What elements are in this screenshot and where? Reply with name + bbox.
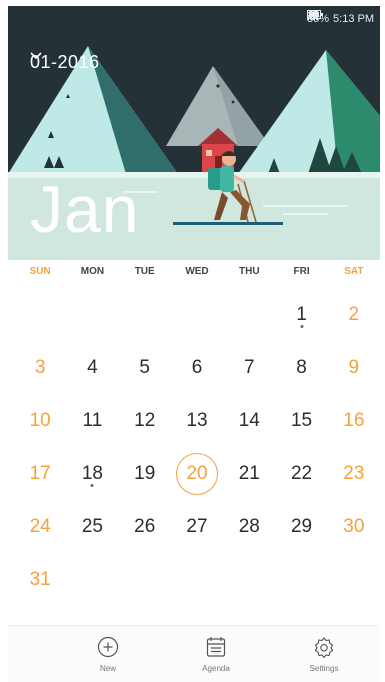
day-number: 31: [29, 568, 51, 590]
calendar-day-26[interactable]: 26: [119, 500, 171, 553]
calendar-day-1[interactable]: 1: [275, 288, 327, 341]
agenda-button[interactable]: Agenda: [186, 626, 246, 682]
bottom-action-bar: New Agenda Settings: [8, 625, 380, 682]
calendar-day-2[interactable]: 2: [328, 288, 380, 341]
calendar-day-22[interactable]: 22: [275, 447, 327, 500]
day-number: 5: [139, 356, 150, 378]
day-number: 29: [290, 515, 313, 537]
event-dot: [300, 325, 304, 328]
empty-day-cell: [171, 288, 223, 341]
day-number: 8: [296, 356, 307, 378]
agenda-calendar-icon: [206, 637, 226, 657]
calendar-day-31[interactable]: 31: [14, 553, 66, 606]
calendar-grid: 1 2 3 4 5 6 7 8 9 10 11 12 13 14 15 16 17 18 19 20 21 22 23 24 2…: [14, 288, 380, 606]
gear-icon: [314, 637, 334, 658]
calendar-day-3[interactable]: 3: [14, 341, 66, 394]
settings-label: Settings: [309, 664, 339, 673]
day-number: 15: [290, 409, 313, 431]
calendar-day-19[interactable]: 19: [119, 447, 171, 500]
day-number: 4: [87, 356, 98, 378]
weekday-label: TUE: [134, 266, 155, 277]
calendar-day-23[interactable]: 23: [328, 447, 380, 500]
calendar-day-16[interactable]: 16: [328, 394, 380, 447]
day-number: 28: [238, 515, 260, 537]
day-number: 3: [34, 356, 46, 378]
day-number: 22: [290, 462, 313, 484]
day-number: 18: [81, 462, 103, 484]
day-number: 23: [343, 462, 365, 484]
status-time: 5:13 PM: [333, 13, 374, 25]
empty-day-cell: [119, 288, 171, 341]
calendar-day-29[interactable]: 29: [275, 500, 327, 553]
day-number: 24: [29, 515, 51, 537]
day-number: 6: [191, 356, 203, 378]
month-year-selector[interactable]: 01-2016: [30, 52, 100, 73]
month-name-title: Jan: [30, 172, 140, 246]
calendar-day-6[interactable]: 6: [171, 341, 223, 394]
new-event-label: New: [99, 664, 116, 673]
calendar-day-15[interactable]: 15: [275, 394, 327, 447]
calendar-day-18[interactable]: 18: [66, 447, 118, 500]
calendar-day-7[interactable]: 7: [223, 341, 275, 394]
day-number: 7: [243, 356, 255, 378]
day-number: 21: [238, 462, 260, 484]
calendar-day-11[interactable]: 11: [66, 394, 118, 447]
day-number: 9: [348, 356, 360, 378]
chevron-down-icon: [30, 52, 42, 60]
day-number: 13: [186, 409, 208, 431]
calendar-day-13[interactable]: 13: [171, 394, 223, 447]
weekday-label: FRI: [293, 266, 310, 277]
weekday-label: SAT: [344, 266, 364, 277]
calendar-day-12[interactable]: 12: [119, 394, 171, 447]
calendar-day-21[interactable]: 21: [223, 447, 275, 500]
day-number: 26: [134, 515, 156, 537]
day-number: 25: [81, 515, 103, 537]
day-number: 16: [343, 409, 365, 431]
weekday-label: SUN: [29, 266, 51, 277]
status-bar: 85% 5:13 PM: [307, 10, 374, 28]
day-number: 14: [238, 409, 260, 431]
calendar-day-28[interactable]: 28: [223, 500, 275, 553]
day-number: 17: [29, 462, 51, 484]
calendar-day-4[interactable]: 4: [66, 341, 118, 394]
weekday-label: WED: [185, 266, 209, 277]
event-dot: [90, 484, 94, 487]
calendar-day-25[interactable]: 25: [66, 500, 118, 553]
day-number: 10: [29, 409, 51, 431]
weekday-label: THU: [239, 266, 260, 277]
empty-day-cell: [223, 288, 275, 341]
calendar-day-14[interactable]: 14: [223, 394, 275, 447]
weekday-header: SUN MON TUE WED THU FRI SAT: [14, 266, 380, 277]
calendar-day-20[interactable]: 20: [171, 447, 223, 500]
settings-button[interactable]: Settings: [294, 626, 354, 682]
day-number: 1: [296, 303, 307, 325]
calendar-day-30[interactable]: 30: [328, 500, 380, 553]
add-circle-icon: [97, 636, 119, 658]
calendar-day-27[interactable]: 27: [171, 500, 223, 553]
calendar-day-8[interactable]: 8: [275, 341, 327, 394]
day-number: 2: [348, 303, 360, 325]
weekday-label: MON: [80, 266, 105, 277]
calendar-day-10[interactable]: 10: [14, 394, 66, 447]
empty-day-cell: [14, 288, 66, 341]
day-number: 27: [186, 515, 208, 537]
calendar-day-17[interactable]: 17: [14, 447, 66, 500]
day-number: 20: [186, 462, 208, 484]
agenda-label: Agenda: [202, 664, 230, 673]
empty-day-cell: [66, 288, 118, 341]
calendar-day-9[interactable]: 9: [328, 341, 380, 394]
header-illustration: 85% 5:13 PM 01-2016 Jan: [8, 6, 380, 260]
day-number: 19: [134, 462, 156, 484]
day-number: 30: [343, 515, 365, 537]
new-event-button[interactable]: New: [78, 626, 138, 682]
day-number: 12: [134, 409, 156, 431]
day-number: 11: [82, 409, 103, 431]
calendar-day-5[interactable]: 5: [119, 341, 171, 394]
calendar-day-24[interactable]: 24: [14, 500, 66, 553]
battery-icon: [307, 10, 323, 19]
